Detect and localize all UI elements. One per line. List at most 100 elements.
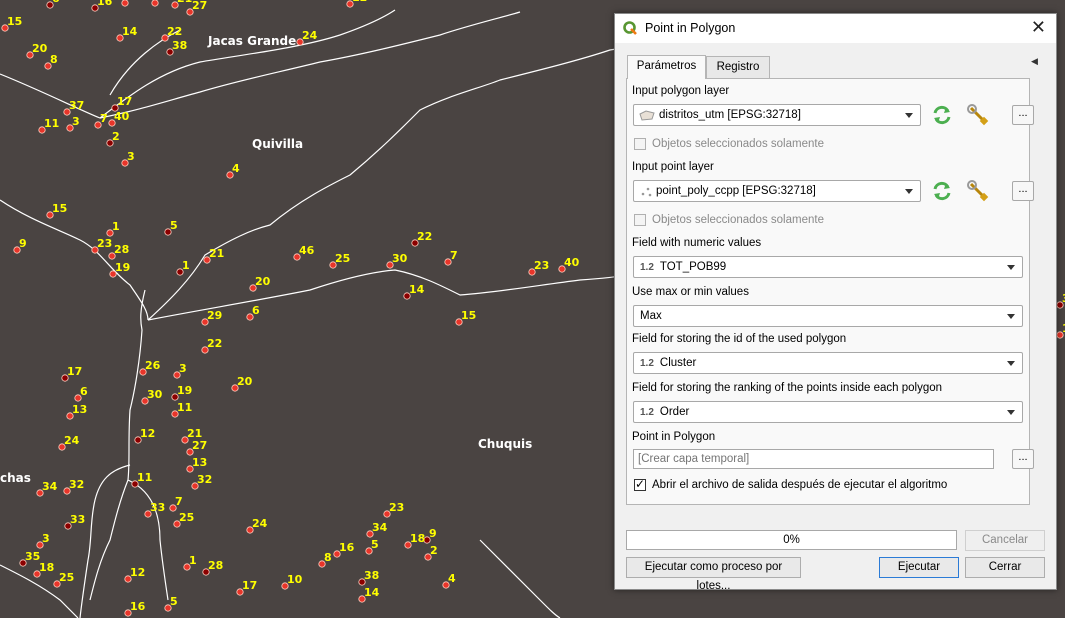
open-after-checkbox[interactable] [634,477,646,491]
map-point-label: 34 [42,480,58,493]
map-point-label: 7 [175,495,183,508]
map-point-label: 8 [324,551,332,564]
map-point-label: 5 [371,538,379,551]
map-point-label: 41 [127,0,142,3]
selected-only-checkbox-2[interactable] [634,214,646,226]
rank-field-label: Field for storing the ranking of the poi… [632,382,943,394]
map-point-label: 32 [197,473,212,486]
progress-text: 0% [783,534,800,546]
chevron-down-icon [905,189,913,194]
map-point-label: 23 [389,501,404,514]
close-icon[interactable]: ✕ [1031,17,1046,38]
map-point-label: 2 [430,544,438,557]
map-point-label: 30 [392,252,408,265]
polygon-layer-icon [639,110,655,121]
map-point-label: 24 [64,434,80,447]
open-after-label: Abrir el archivo de salida después de ej… [652,479,948,491]
iterate-icon[interactable] [931,180,953,202]
map-point-label: 20 [32,42,48,55]
iterate-icon[interactable] [931,104,953,126]
map-point-label: 33 [150,501,165,514]
map-point-label: 5 [170,219,178,232]
tab-registro[interactable]: Registro [706,56,770,78]
map-point-label: 9 [429,527,437,540]
map-point-label: 2 [112,130,120,143]
map-point-label: 27 [192,439,207,452]
map-point-label: 34 [372,521,388,534]
map-point-label: 17 [242,579,257,592]
map-point-label: 13 [192,456,207,469]
output-browse-button[interactable]: ... [1012,449,1034,469]
map-point-label: 23 [534,259,549,272]
map-point-label: 25 [335,252,350,265]
map-point-label: 6 [52,0,60,5]
map-point-label: 12 [130,566,145,579]
field-type-tag: 1.2 [640,262,654,273]
map-point-label: 16 [130,600,146,613]
map-point-label: 27 [192,0,207,12]
selected-only-checkbox-1[interactable] [634,138,646,150]
selected-only-label-2: Objetos seleccionados solamente [652,214,824,226]
cancel-button[interactable]: Cancelar [965,530,1045,551]
input-polygon-options-button[interactable]: ... [1012,105,1034,125]
map-point-label: 19 [115,261,130,274]
map-point-label: 7 [100,112,108,125]
input-point-label: Input point layer [632,161,714,173]
input-polygon-label: Input polygon layer [632,85,730,97]
map-point-label: 29 [207,309,222,322]
map-point-label: 23 [97,237,112,250]
map-point-label: 28 [208,559,223,572]
map-point-label: 15 [461,309,476,322]
map-point-label: 3 [72,115,80,128]
map-point-label: 17 [67,365,82,378]
map-point-label: 22 [417,230,432,243]
map-point-label: 21 [177,0,192,5]
input-polygon-combo[interactable]: distritos_utm [EPSG:32718] [633,104,921,126]
map-point-label: 38 [364,569,379,582]
wrench-icon[interactable] [967,104,989,126]
input-point-combo[interactable]: point_poly_ccpp [EPSG:32718] [633,180,921,202]
maxmin-combo[interactable]: Max [633,305,1023,327]
map-point-label: 16 [97,0,113,8]
map-point-label: 11 [44,117,59,130]
dialog-titlebar: Point in Polygon ✕ [615,14,1056,43]
map-point-label: 17 [117,95,132,108]
batch-process-button[interactable]: Ejecutar como proceso por lotes... [626,557,801,592]
id-field-combo[interactable]: 1.2 Cluster [633,352,1023,374]
map-point-label: 12 [352,0,367,4]
numeric-field-combo[interactable]: 1.2 TOT_POB99 [633,256,1023,278]
tab-parametros[interactable]: Parámetros [627,55,706,79]
map-point-label: 3 [127,150,135,163]
map-point-label: 12 [140,427,155,440]
map-point-label: 14 [364,586,380,599]
map-point-label: 30 [147,388,163,401]
field-type-tag: 1.2 [640,358,654,369]
map-point-label: 4 [448,572,456,585]
parameters-panel: Input polygon layer distritos_utm [EPSG:… [626,78,1034,505]
map-point-label: 8 [50,53,58,66]
map-point-label: 1 [112,220,120,233]
chevron-down-icon [1007,265,1015,270]
map-point-label: 28 [114,243,129,256]
map-point-label: 22 [207,337,222,350]
input-point-options-button[interactable]: ... [1012,181,1034,201]
map-point-label: 15 [52,202,67,215]
map-point-label: 3 [179,362,187,375]
map-point-label: 14 [122,25,138,38]
map-point-label: 22 [167,25,182,38]
place-label: chas [0,471,31,485]
place-label: Quivilla [252,137,303,151]
map-point-label: 18 [410,532,425,545]
map-point-label: 10 [287,573,303,586]
map-point-label: 25 [59,571,74,584]
numeric-field-label: Field with numeric values [632,237,762,249]
rank-field-combo[interactable]: 1.2 Order [633,401,1023,423]
map-point-label: 31 [157,0,172,3]
collapse-arrow-icon[interactable]: ◀ [1031,56,1038,67]
output-label: Point in Polygon [632,431,716,443]
map-point-label: 6 [252,304,260,317]
run-button[interactable]: Ejecutar [879,557,959,578]
wrench-icon[interactable] [967,180,989,202]
output-path-input[interactable] [633,449,994,469]
close-button[interactable]: Cerrar [965,557,1045,578]
